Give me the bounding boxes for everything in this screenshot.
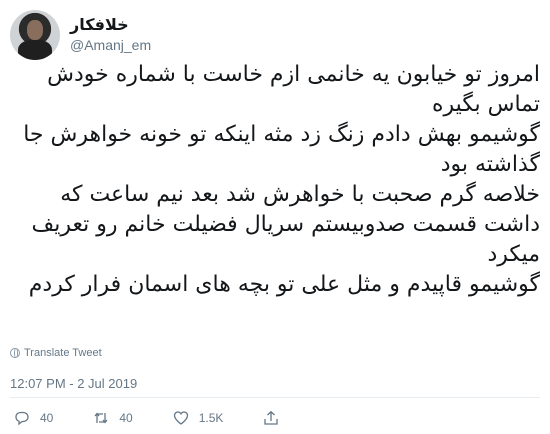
tweet-actions: 40 40 1.5K [14, 410, 329, 426]
reply-button[interactable]: 40 [14, 410, 53, 426]
like-count: 1.5K [198, 411, 224, 425]
tweet-header: خلافکار @Amanj_em [10, 10, 151, 60]
tweet-text-line: گوشیمو بهش دادم زنگ زد مثه اینکه تو خونه… [23, 122, 540, 177]
tweet-text: امروز تو خیابون یه خانمی ازم خاست با شما… [10, 60, 540, 300]
avatar[interactable] [10, 10, 60, 60]
user-handle[interactable]: @Amanj_em [70, 36, 151, 54]
translate-label: Translate Tweet [24, 347, 102, 359]
tweet-timestamp[interactable]: 12:07 PM - 2 Jul 2019 [10, 376, 137, 391]
user-names: خلافکار @Amanj_em [70, 16, 151, 54]
share-icon [264, 410, 279, 425]
tweet-text-line: گوشیمو قاپیدم و مثل علی تو بچه های اسمان… [28, 272, 540, 297]
retweet-count: 40 [119, 411, 133, 425]
display-name[interactable]: خلافکار [70, 16, 129, 36]
share-button[interactable] [263, 410, 289, 426]
tweet-text-line: امروز تو خیابون یه خانمی ازم خاست با شما… [47, 62, 540, 117]
reply-icon [15, 411, 29, 426]
tweet-card: خلافکار @Amanj_em امروز تو خیابون یه خان… [0, 0, 550, 434]
like-button[interactable]: 1.5K [173, 410, 224, 426]
retweet-icon [94, 412, 108, 424]
tweet-text-line: خلاصه گرم صحبت با خواهرش شد بعد نیم ساعت… [31, 182, 540, 267]
retweet-button[interactable]: 40 [93, 410, 133, 426]
translate-tweet-link[interactable]: Translate Tweet [10, 347, 102, 359]
reply-count: 40 [40, 411, 54, 425]
divider [10, 397, 540, 398]
globe-icon [10, 348, 20, 358]
heart-icon [173, 411, 188, 425]
